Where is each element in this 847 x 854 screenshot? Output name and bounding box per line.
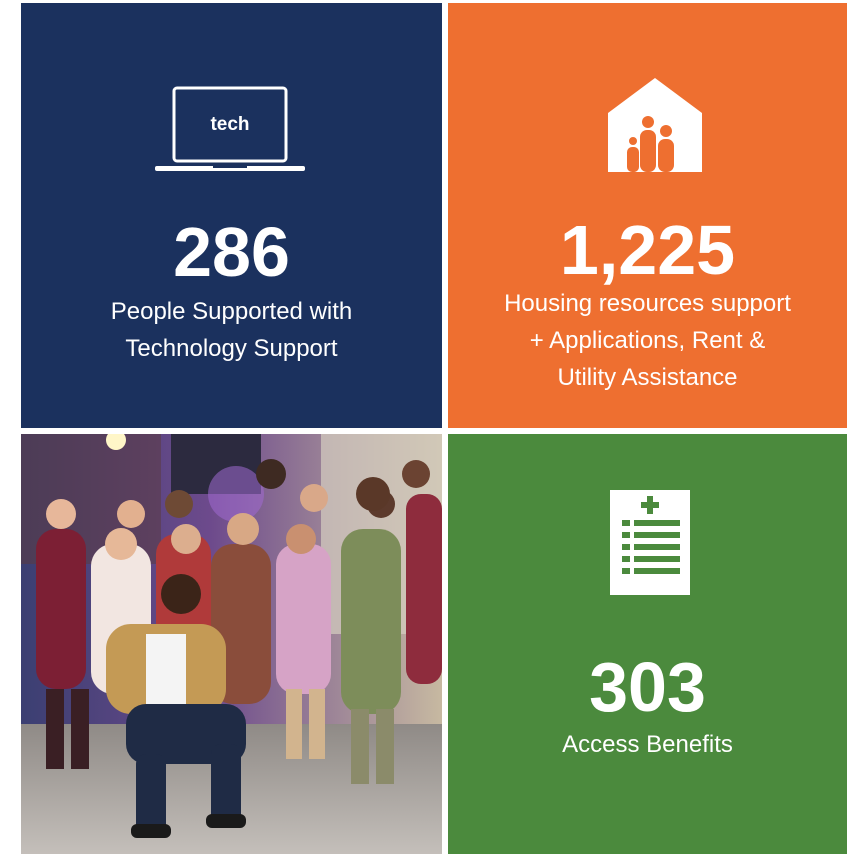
housing-stat-value: 1,225 <box>559 211 736 289</box>
clipboard-list-icon <box>610 490 690 595</box>
tech-stat-caption: People Supported with Technology Support <box>21 293 442 367</box>
tech-caption-line-1: People Supported with <box>110 298 353 325</box>
housing-stat-tile: 1,225 Housing resources support + Applic… <box>448 3 847 428</box>
housing-caption-line-3: Utility Assistance <box>557 364 738 391</box>
group-photo <box>21 434 442 854</box>
housing-stat-caption: Housing resources support + Applications… <box>448 285 847 396</box>
benefits-stat-tile: 303 Access Benefits <box>448 434 847 854</box>
benefits-caption-line-1: Access Benefits <box>562 731 733 758</box>
tech-caption-line-2: Technology Support <box>125 335 338 362</box>
laptop-icon: tech <box>155 86 305 171</box>
housing-caption-line-1: Housing resources support <box>504 290 791 317</box>
group-photo-image <box>21 434 442 854</box>
housing-caption-line-2: + Applications, Rent & <box>529 327 766 354</box>
benefits-stat-caption: Access Benefits <box>448 726 847 763</box>
laptop-icon-label: tech <box>210 114 249 135</box>
benefits-stat-value: 303 <box>589 648 706 726</box>
tech-stat-value: 286 <box>173 213 290 291</box>
house-family-icon <box>608 78 702 172</box>
tech-stat-tile: tech 286 People Supported with Technolog… <box>21 3 442 428</box>
